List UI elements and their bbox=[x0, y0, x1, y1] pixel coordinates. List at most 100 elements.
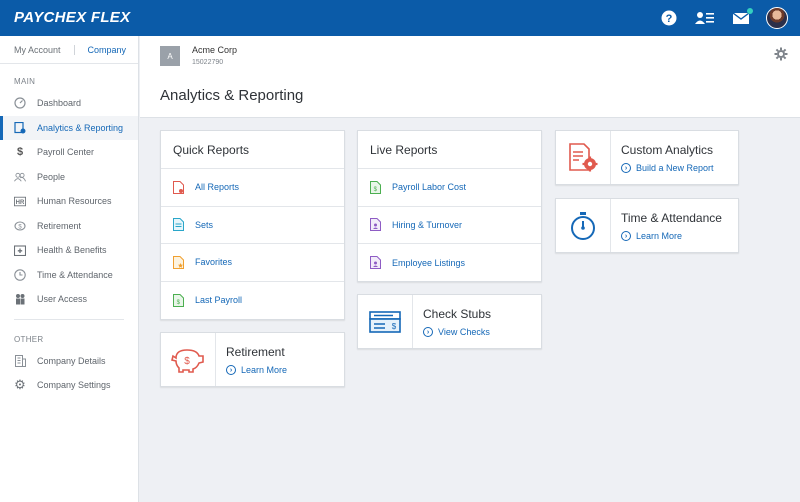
sidebar-item-user-access[interactable]: User Access bbox=[0, 287, 138, 312]
quick-reports-title: Quick Reports bbox=[161, 131, 344, 169]
retirement-icon: $ bbox=[14, 220, 26, 232]
main-section-heading: MAIN bbox=[14, 77, 36, 86]
svg-text:$: $ bbox=[184, 356, 190, 367]
live-reports-title: Live Reports bbox=[358, 131, 541, 169]
piggy-bank-icon: $ bbox=[161, 333, 216, 386]
page-header: A Acme Corp 15022790 Analytics & Reporti… bbox=[140, 36, 800, 118]
other-section-heading: OTHER bbox=[14, 334, 44, 344]
sidebar-item-time-attendance[interactable]: Time & Attendance bbox=[0, 263, 138, 288]
retirement-learn-more-link[interactable]: › Learn More bbox=[226, 365, 287, 375]
check-stub-icon: $ bbox=[358, 295, 413, 348]
top-icons: ? bbox=[658, 6, 788, 30]
payroll-labor-cost-link[interactable]: $ Payroll Labor Cost bbox=[358, 169, 541, 207]
arrow-right-icon: › bbox=[226, 365, 236, 375]
hiring-turnover-link[interactable]: Hiring & Turnover bbox=[358, 207, 541, 244]
help-icon[interactable]: ? bbox=[658, 7, 680, 29]
employee-listings-icon bbox=[370, 256, 381, 270]
last-payroll-label: Last Payroll bbox=[195, 295, 243, 306]
user-access-icon bbox=[14, 293, 26, 305]
contacts-icon[interactable] bbox=[694, 7, 716, 29]
company-badge: A bbox=[160, 46, 180, 66]
all-reports-link[interactable]: All Reports bbox=[161, 169, 344, 207]
avatar[interactable] bbox=[766, 7, 788, 29]
time-attendance-card: Time & Attendance › Learn More bbox=[555, 198, 739, 253]
time-attendance-title: Time & Attendance bbox=[621, 211, 722, 225]
sidebar-item-label: Time & Attendance bbox=[37, 269, 113, 280]
stopwatch-icon bbox=[556, 199, 611, 252]
build-new-report-label: Build a New Report bbox=[636, 163, 714, 173]
build-new-report-link[interactable]: › Build a New Report bbox=[621, 163, 714, 173]
account-tabs: My Account Company bbox=[0, 36, 138, 64]
time-attendance-learn-more-link[interactable]: › Learn More bbox=[621, 231, 722, 241]
sets-icon bbox=[173, 218, 184, 232]
dashboard-icon bbox=[14, 97, 26, 109]
mail-icon[interactable] bbox=[730, 7, 753, 29]
gear-icon: ⚙ bbox=[14, 377, 26, 393]
custom-analytics-title: Custom Analytics bbox=[621, 143, 714, 157]
sidebar-item-payroll-center[interactable]: $ Payroll Center bbox=[0, 140, 138, 165]
last-payroll-icon: $ bbox=[173, 293, 184, 307]
employee-listings-link[interactable]: Employee Listings bbox=[358, 244, 541, 282]
clock-icon bbox=[14, 269, 26, 281]
all-reports-icon bbox=[173, 180, 184, 194]
sidebar-item-label: People bbox=[37, 171, 66, 182]
retirement-card: $ Retirement › Learn More bbox=[160, 332, 345, 387]
view-checks-label: View Checks bbox=[438, 327, 490, 337]
top-bar: PAYCHEX FLEX ? bbox=[0, 0, 800, 36]
sidebar: My Account Company MAIN Dashboard Analyt… bbox=[0, 36, 139, 502]
hiring-turnover-icon bbox=[370, 218, 381, 232]
settings-gear-icon[interactable] bbox=[774, 47, 788, 61]
health-icon bbox=[14, 244, 26, 257]
check-stubs-card: $ Check Stubs › View Checks bbox=[357, 294, 542, 349]
check-stubs-title: Check Stubs bbox=[423, 307, 492, 321]
sidebar-item-company-settings[interactable]: ⚙ Company Settings bbox=[0, 373, 138, 398]
view-checks-link[interactable]: › View Checks bbox=[423, 327, 491, 337]
company-id: 15022790 bbox=[192, 59, 224, 66]
live-reports-card: Live Reports $ Payroll Labor Cost Hiring… bbox=[357, 130, 542, 282]
favorites-label: Favorites bbox=[195, 257, 233, 268]
report-gear-icon bbox=[556, 131, 611, 184]
retirement-title: Retirement bbox=[226, 345, 285, 359]
sets-link[interactable]: Sets bbox=[161, 207, 344, 244]
tab-my-account[interactable]: My Account bbox=[0, 45, 61, 55]
sidebar-item-company-details[interactable]: Company Details bbox=[0, 349, 138, 374]
payroll-labor-cost-icon: $ bbox=[370, 180, 381, 194]
sidebar-item-analytics-reporting[interactable]: Analytics & Reporting bbox=[0, 115, 138, 140]
all-reports-label: All Reports bbox=[195, 182, 240, 193]
employee-listings-label: Employee Listings bbox=[392, 257, 466, 268]
sidebar-item-health-benefits[interactable]: Health & Benefits bbox=[0, 238, 138, 263]
brand-logo[interactable]: PAYCHEX FLEX bbox=[14, 9, 130, 26]
sidebar-item-label: Analytics & Reporting bbox=[37, 122, 124, 133]
company-name: Acme Corp bbox=[192, 45, 238, 55]
hr-icon: HR bbox=[14, 195, 26, 207]
custom-analytics-card: Custom Analytics › Build a New Report bbox=[555, 130, 739, 185]
sidebar-item-label: Health & Benefits bbox=[37, 245, 107, 256]
favorites-link[interactable]: Favorites bbox=[161, 244, 344, 282]
arrow-right-icon: › bbox=[423, 327, 433, 337]
sidebar-item-retirement[interactable]: $ Retirement bbox=[0, 214, 138, 239]
arrow-right-icon: › bbox=[621, 231, 631, 241]
tab-company[interactable]: Company bbox=[73, 44, 126, 55]
last-payroll-link[interactable]: $ Last Payroll bbox=[161, 282, 344, 320]
svg-text:?: ? bbox=[666, 13, 673, 25]
sidebar-item-dashboard[interactable]: Dashboard bbox=[0, 91, 138, 116]
sidebar-item-label: Payroll Center bbox=[37, 147, 95, 158]
sidebar-item-human-resources[interactable]: HR Human Resources bbox=[0, 189, 138, 214]
sidebar-item-label: User Access bbox=[37, 294, 88, 305]
notification-dot bbox=[747, 8, 753, 14]
svg-text:HR: HR bbox=[16, 200, 25, 206]
time-attendance-link-label: Learn More bbox=[636, 231, 683, 241]
sets-label: Sets bbox=[195, 219, 214, 230]
arrow-right-icon: › bbox=[621, 163, 631, 173]
payroll-labor-cost-label: Payroll Labor Cost bbox=[392, 182, 467, 193]
sidebar-item-label: Human Resources bbox=[37, 196, 112, 207]
sidebar-item-people[interactable]: People bbox=[0, 165, 138, 190]
favorites-icon bbox=[173, 255, 184, 269]
sidebar-item-label: Company Settings bbox=[37, 380, 111, 391]
retirement-link-label: Learn More bbox=[241, 365, 288, 375]
hiring-turnover-label: Hiring & Turnover bbox=[392, 219, 463, 230]
dollar-icon: $ bbox=[16, 146, 24, 159]
sidebar-item-label: Retirement bbox=[37, 220, 82, 231]
svg-text:$: $ bbox=[392, 322, 397, 331]
sidebar-item-label: Company Details bbox=[37, 355, 106, 366]
